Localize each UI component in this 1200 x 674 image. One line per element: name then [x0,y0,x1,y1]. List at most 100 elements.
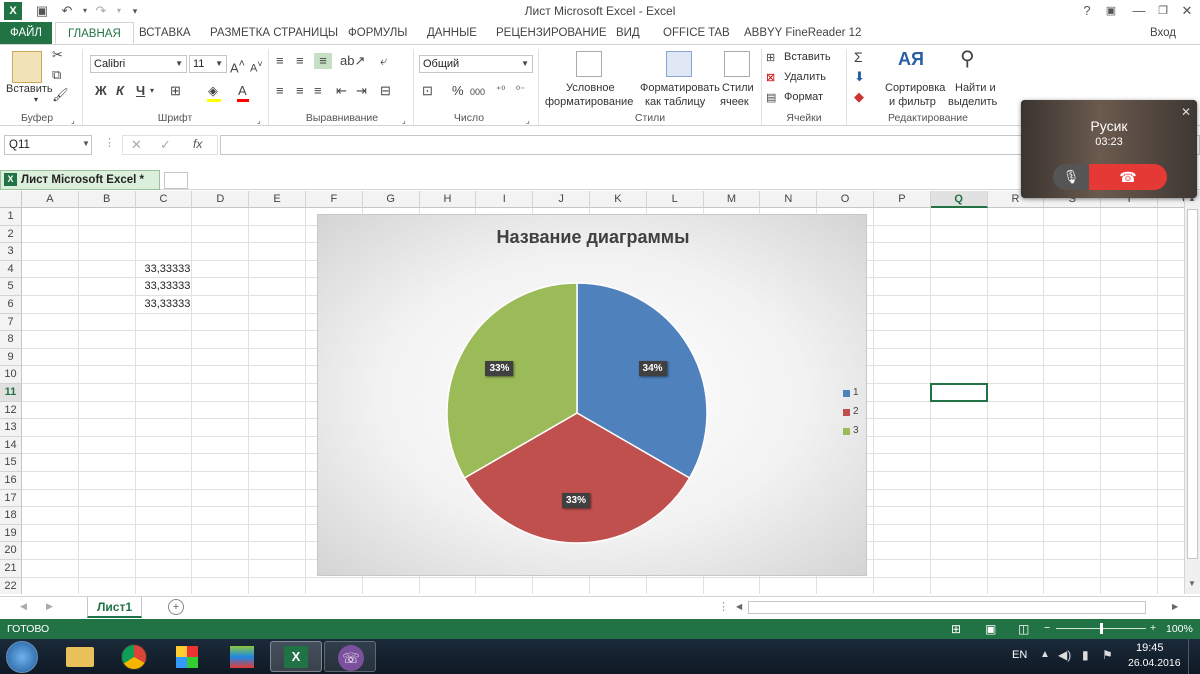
row-header-12[interactable]: 12 [0,401,22,420]
tab-data[interactable]: ДАННЫЕ [427,22,477,44]
underline-dropdown-icon[interactable]: ▾ [150,83,154,99]
align-top-icon[interactable]: ≡ [276,53,284,69]
increase-font-icon[interactable]: A˄ [230,56,245,76]
sheet-tab-list1[interactable]: Лист1 [87,597,142,618]
cell-c4[interactable]: 33,33333 [136,261,191,278]
name-box-dropdown-icon[interactable]: ▼ [82,139,90,148]
orientation-icon[interactable]: ab↗ [340,53,365,69]
sheet-splitter[interactable]: ⋮ [718,600,729,613]
tab-view[interactable]: ВИД [616,22,640,44]
tab-insert[interactable]: ВСТАВКА [139,22,191,44]
borders-icon[interactable]: ⊞ [170,83,181,99]
taskbar-apps[interactable] [162,641,214,672]
data-label-1[interactable]: 34% [638,360,667,376]
sort-filter-icon[interactable]: AЯ [898,50,924,68]
clock-time[interactable]: 19:45 [1136,642,1164,654]
cell-styles-icon[interactable] [724,51,750,77]
select-all-corner[interactable] [0,191,22,208]
tab-page-layout[interactable]: РАЗМЕТКА СТРАНИЦЫ [210,22,338,44]
scroll-left-icon[interactable]: ◀ [736,602,742,611]
row-header-15[interactable]: 15 [0,454,22,472]
vertical-scroll-thumb[interactable] [1187,209,1198,559]
currency-format-icon[interactable]: ⊡ [422,83,433,99]
clear-icon[interactable]: ◆ [854,89,864,105]
column-header-j[interactable]: J [533,191,590,208]
sort-filter-line2[interactable]: и фильтр [889,96,936,108]
format-as-table-line1[interactable]: Форматировать [640,82,720,94]
row-header-21[interactable]: 21 [0,560,22,578]
keyboard-language[interactable]: EN [1012,649,1027,661]
paste-dropdown-icon[interactable]: ▾ [34,95,38,104]
column-header-m[interactable]: M [703,191,761,208]
cell-styles-line1[interactable]: Стили [722,82,754,94]
taskbar-explorer[interactable] [54,641,106,672]
fill-icon[interactable]: ⬇ [854,69,865,85]
align-center-icon[interactable]: ≡ [296,83,304,99]
tab-office-tab[interactable]: OFFICE TAB [663,22,730,44]
column-header-q[interactable]: Q [930,191,988,208]
tab-formulas[interactable]: ФОРМУЛЫ [348,22,407,44]
conditional-format-line2[interactable]: форматирование [545,96,633,108]
fill-color-icon[interactable]: ◈ [208,83,218,99]
column-header-g[interactable]: G [362,191,420,208]
wrap-text-icon[interactable]: ⤶ [380,53,387,69]
legend-entry-3[interactable]: 3 [853,425,859,436]
taskbar-bluestacks[interactable] [216,641,268,672]
decrease-decimal-icon[interactable]: ⁰⁻ [516,83,525,99]
cell-c5[interactable]: 33,33333 [136,278,191,295]
pie-plot-area[interactable] [318,215,868,577]
merge-center-icon[interactable]: ⊟ [380,83,391,99]
find-select-line1[interactable]: Найти и [955,82,996,94]
column-header-f[interactable]: F [306,191,363,208]
insert-cells-button[interactable]: Вставить [784,51,831,63]
align-right-icon[interactable]: ≡ [314,83,322,99]
row-header-22[interactable]: 22 [0,577,22,594]
selected-cell[interactable] [929,383,988,402]
find-select-line2[interactable]: выделить [948,96,997,108]
next-sheet-icon[interactable]: ▶ [46,601,53,612]
insert-function-button[interactable]: fx [193,137,202,151]
percent-format-button[interactable]: % [452,83,464,99]
help-button[interactable]: ? [1076,2,1098,20]
find-select-icon[interactable]: ⚲ [960,49,975,69]
column-header-p[interactable]: P [874,191,931,208]
scroll-down-icon[interactable]: ▼ [1188,579,1196,588]
row-header-3[interactable]: 3 [0,243,22,261]
column-header-n[interactable]: N [760,191,818,208]
tab-abbyy[interactable]: ABBYY FineReader 12 [744,22,861,44]
row-header-20[interactable]: 20 [0,542,22,560]
data-label-3[interactable]: 33% [485,360,514,376]
page-layout-view-icon[interactable]: ▣ [985,622,996,636]
conditional-format-icon[interactable] [576,51,602,77]
column-header-d[interactable]: D [192,191,250,208]
bold-button[interactable]: Ж [95,83,107,99]
row-header-18[interactable]: 18 [0,507,22,525]
decrease-indent-icon[interactable]: ⇤ [336,83,347,99]
paste-icon[interactable] [12,51,42,83]
row-header-7[interactable]: 7 [0,313,22,332]
copy-icon[interactable]: ⧉ [52,67,61,83]
number-format-combo[interactable]: Общий ▼ [419,55,533,73]
format-cells-icon[interactable]: ▤ [766,90,776,106]
tab-home[interactable]: ГЛАВНАЯ [55,22,134,44]
column-header-a[interactable]: A [22,191,79,208]
taskbar-excel[interactable]: X [270,641,322,672]
font-name-combo[interactable]: Calibri ▼ [90,55,187,73]
column-header-b[interactable]: B [78,191,136,208]
maximize-icon[interactable]: ❐ [1152,2,1174,20]
align-middle-icon[interactable]: ≡ [296,53,304,69]
font-size-combo[interactable]: 11 ▼ [189,55,227,73]
sort-filter-line1[interactable]: Сортировка [885,82,945,94]
row-header-4[interactable]: 4 [0,260,22,279]
underline-button[interactable]: Ч [136,83,145,99]
column-header-e[interactable]: E [249,191,306,208]
network-icon[interactable]: ▮ [1082,648,1089,662]
increase-decimal-icon[interactable]: ⁺⁰ [496,83,505,99]
row-header-10[interactable]: 10 [0,366,22,384]
row-header-1[interactable]: 1 [0,208,22,226]
row-header-6[interactable]: 6 [0,296,22,314]
call-popup[interactable]: ✕ Русик 03:23 🎙 ☎ [1021,100,1197,198]
paste-button[interactable]: Вставить [6,83,53,95]
increase-indent-icon[interactable]: ⇥ [356,83,367,99]
cancel-entry-icon[interactable]: ✕ [131,137,142,153]
